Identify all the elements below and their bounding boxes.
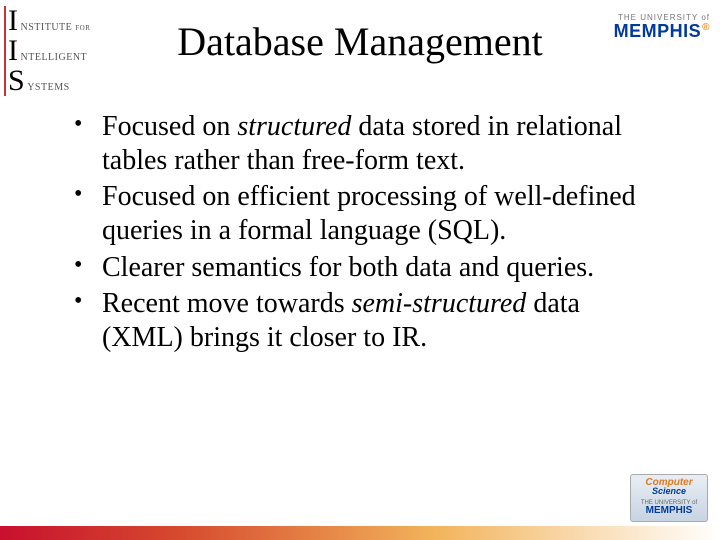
bullet-item: Focused on efficient processing of well-… [70,180,660,248]
cs-badge-line4: MEMPHIS [635,506,703,516]
bullet-text-segment: Clearer semantics for both data and quer… [102,252,594,283]
bullet-item: Clearer semantics for both data and quer… [70,251,660,285]
bullet-item: Recent move towards semi-structured data… [70,287,660,355]
iis-line3-small: YSTEMS [27,83,69,93]
bullet-text-segment: structured [237,111,351,142]
cs-badge-line2: Science [635,487,703,496]
bullet-text-segment: Focused on [102,111,237,142]
bullet-text-segment: semi-structured [352,288,527,319]
slide-body: Focused on structured data stored in rel… [70,110,660,357]
bottom-accent-bar [0,526,720,540]
slide: I NSTITUTE for I NTELLIGENT S YSTEMS THE… [0,0,720,540]
iis-line3-big: S [8,66,25,96]
bullet-text-segment: Recent move towards [102,288,352,319]
bullet-item: Focused on structured data stored in rel… [70,110,660,178]
cs-memphis-badge: Computer Science THE UNIVERSITY of MEMPH… [630,474,708,522]
bullet-text-segment: Focused on efficient processing of well-… [102,181,636,246]
slide-title: Database Management [0,18,720,65]
bullet-list: Focused on structured data stored in rel… [70,110,660,355]
